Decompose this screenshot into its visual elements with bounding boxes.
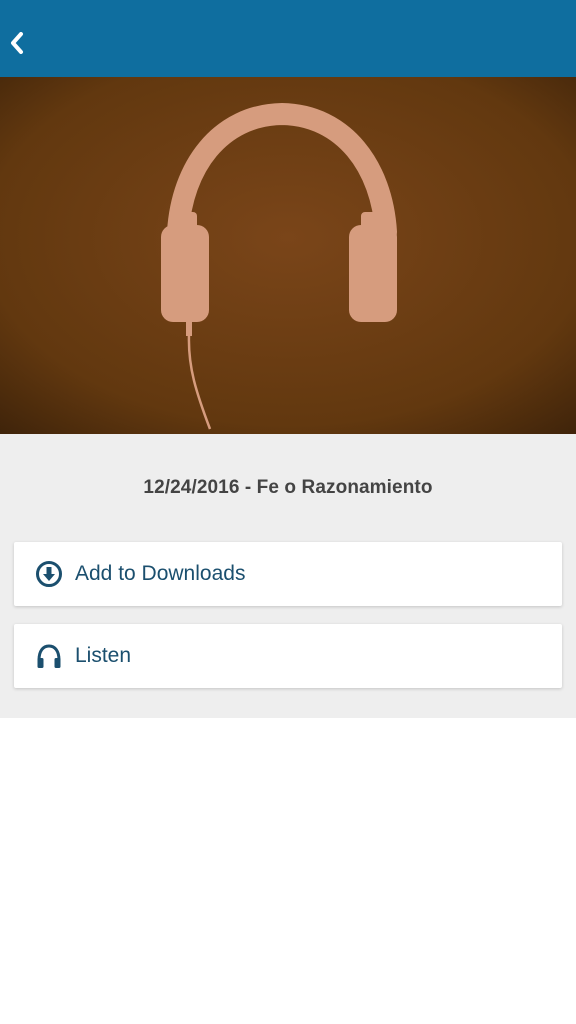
- top-app-bar: [0, 0, 576, 77]
- add-to-downloads-button[interactable]: Add to Downloads: [14, 542, 562, 606]
- hero-image: [0, 77, 576, 434]
- listen-label: Listen: [75, 644, 132, 667]
- episode-title: 12/24/2016 - Fe o Razonamiento: [143, 477, 433, 498]
- app-screen: 12/24/2016 - Fe o Razonamiento Add to Do…: [0, 0, 576, 1024]
- listen-button[interactable]: Listen: [14, 624, 562, 688]
- add-to-downloads-label: Add to Downloads: [75, 562, 246, 585]
- download-circle-icon: [34, 559, 64, 589]
- back-button[interactable]: [0, 24, 34, 62]
- headphones-icon: [34, 641, 64, 671]
- chevron-left-icon: [11, 32, 23, 54]
- headphones-artwork: [0, 77, 576, 434]
- episode-detail-panel: 12/24/2016 - Fe o Razonamiento Add to Do…: [0, 434, 576, 718]
